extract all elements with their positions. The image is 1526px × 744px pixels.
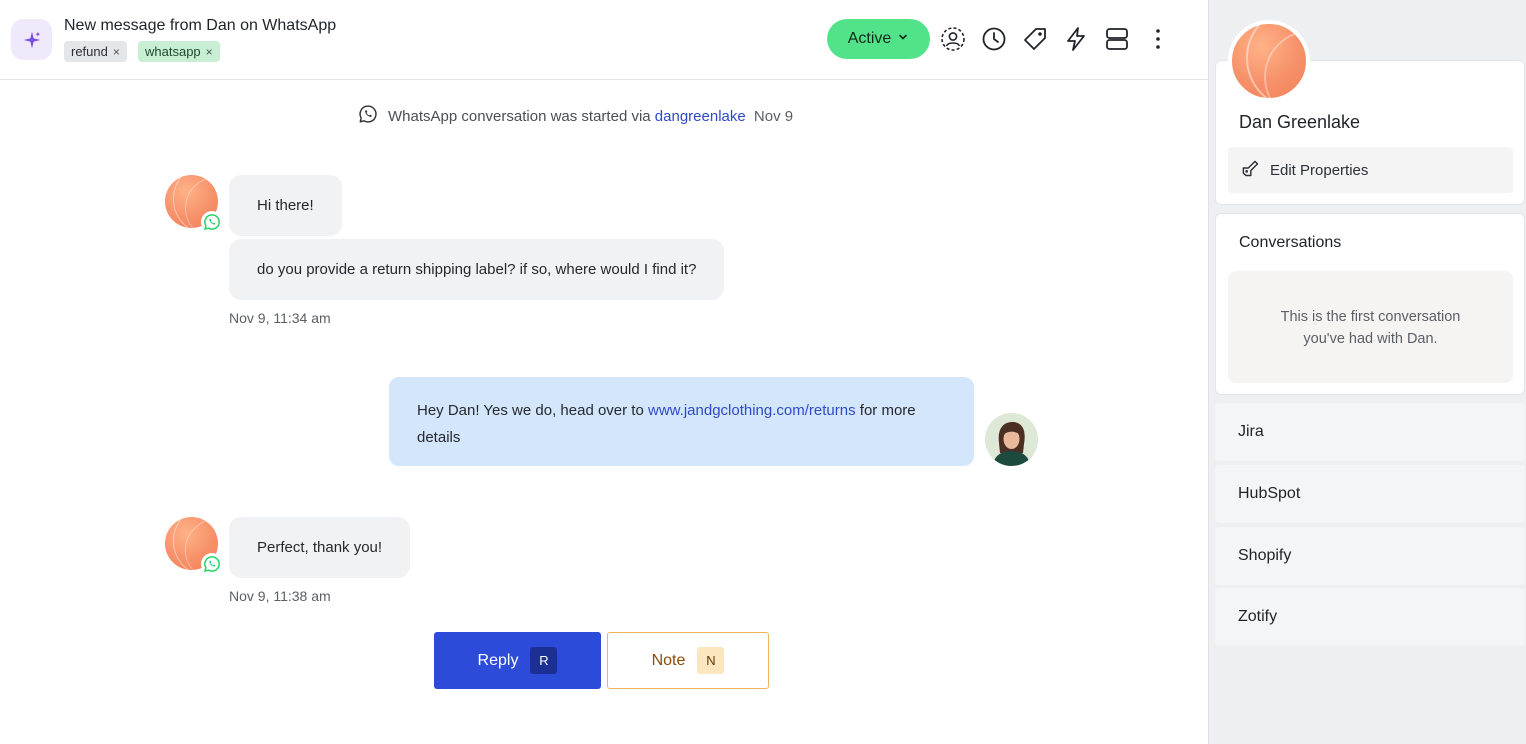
app-label: Jira (1238, 423, 1264, 440)
note-label: Note (651, 651, 686, 669)
contact-link[interactable]: dangreenlake (655, 108, 746, 125)
remove-tag-icon[interactable]: × (113, 45, 120, 59)
reply-button[interactable]: Reply R (434, 632, 601, 689)
whatsapp-icon (358, 104, 378, 128)
status-dropdown-button[interactable]: Active (827, 19, 930, 59)
contact-avatar[interactable] (1228, 20, 1310, 102)
conversation-started-notice: WhatsApp conversation was started via da… (358, 104, 793, 128)
conversation-pane: New message from Dan on WhatsApp refund … (0, 0, 1208, 744)
message-bubble-incoming: Hi there! (229, 175, 342, 236)
notice-text: WhatsApp conversation was started via (388, 107, 651, 125)
reply-label: Reply (477, 651, 519, 669)
reply-shortcut-key: R (530, 647, 558, 674)
message-text: Perfect, thank you! (257, 539, 383, 556)
app-label: Shopify (1238, 547, 1292, 564)
note-button[interactable]: Note N (607, 632, 769, 689)
conversation-title: New message from Dan on WhatsApp (64, 17, 337, 34)
snooze-clock-icon[interactable] (979, 24, 1009, 54)
app-row-zotify[interactable]: Zotify (1215, 588, 1525, 646)
tag-icon[interactable] (1020, 24, 1050, 54)
notice-date: Nov 9 (753, 107, 794, 125)
macro-lightning-icon[interactable] (1061, 24, 1091, 54)
tag-whatsapp[interactable]: whatsapp × (138, 41, 220, 62)
message-bubble-incoming: Perfect, thank you! (229, 517, 411, 578)
assign-user-icon[interactable] (938, 24, 968, 54)
message-text: Hi there! (257, 197, 314, 214)
app-row-jira[interactable]: Jira (1215, 403, 1525, 461)
tag-label: whatsapp (145, 44, 201, 59)
message-bubble-outgoing: Hey Dan! Yes we do, head over to www.jan… (389, 377, 974, 466)
app-label: HubSpot (1238, 485, 1301, 502)
app-label: Zotify (1238, 608, 1278, 625)
message-timestamp: Nov 9, 11:38 am (229, 588, 331, 604)
returns-link[interactable]: www.jandgclothing.com/returns (648, 402, 856, 419)
empty-state-text: This is the first conversation you've ha… (1280, 309, 1461, 347)
status-label: Active (847, 30, 892, 47)
edit-properties-label: Edit Properties (1270, 161, 1369, 179)
message-text: Hey Dan! Yes we do, head over to (417, 402, 644, 419)
message-timestamp: Nov 9, 11:34 am (229, 310, 331, 326)
contact-name[interactable]: Dan Greenlake (1239, 112, 1360, 133)
edit-properties-icon (1240, 158, 1260, 182)
conversations-card: Conversations This is the first conversa… (1215, 213, 1525, 395)
app-row-shopify[interactable]: Shopify (1215, 527, 1525, 585)
tag-label: refund (71, 44, 108, 59)
note-shortcut-key: N (697, 647, 725, 674)
tag-refund[interactable]: refund × (64, 41, 127, 62)
details-sidebar: Dan Greenlake Edit Properties Conversati… (1208, 0, 1526, 744)
chevron-down-icon (897, 30, 909, 48)
whatsapp-badge-icon (201, 211, 223, 233)
remove-tag-icon[interactable]: × (206, 45, 213, 59)
more-vertical-icon[interactable] (1143, 24, 1173, 54)
layout-icon[interactable] (1102, 24, 1132, 54)
agent-avatar[interactable] (985, 413, 1038, 466)
message-text: do you provide a return shipping label? … (257, 261, 697, 278)
app-row-hubspot[interactable]: HubSpot (1215, 465, 1525, 523)
conversations-title: Conversations (1239, 234, 1342, 251)
message-bubble-incoming: do you provide a return shipping label? … (229, 239, 725, 300)
edit-properties-button[interactable]: Edit Properties (1228, 147, 1513, 193)
conversations-empty-state: This is the first conversation you've ha… (1228, 271, 1513, 383)
whatsapp-badge-icon (201, 553, 223, 575)
sparkle-icon (11, 19, 52, 60)
conversation-header: New message from Dan on WhatsApp refund … (0, 0, 1208, 80)
